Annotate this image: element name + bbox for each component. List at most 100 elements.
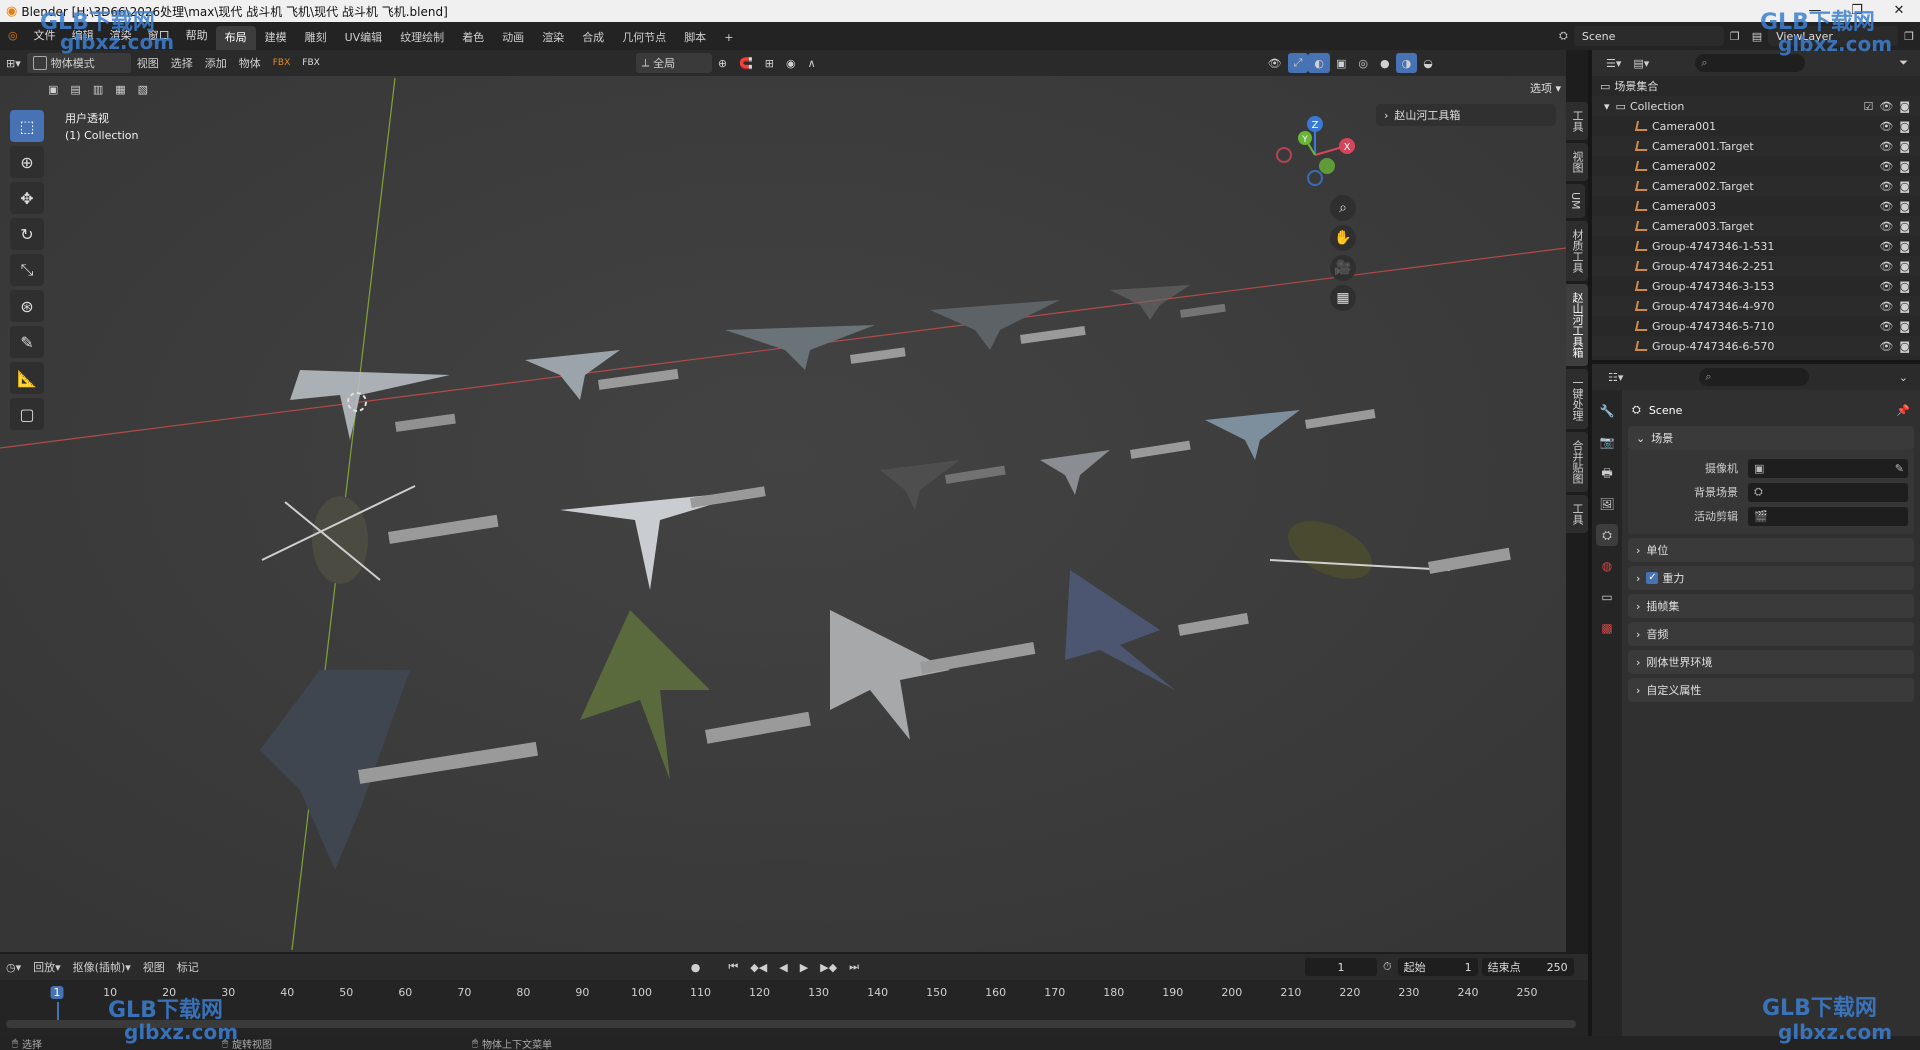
- new-viewlayer-icon[interactable]: ❐: [1898, 26, 1920, 46]
- eye-icon[interactable]: 👁: [1879, 140, 1893, 153]
- include-checkbox-icon[interactable]: ☑: [1863, 100, 1873, 113]
- eye-icon[interactable]: 👁: [1879, 300, 1893, 313]
- outliner-item[interactable]: Camera003.Target 👁 ◙: [1592, 216, 1920, 236]
- camera-render-icon[interactable]: ◙: [1899, 100, 1910, 113]
- transform-tool[interactable]: ⊛: [10, 290, 44, 322]
- panel-rigidbody-header[interactable]: › 刚体世界环境: [1628, 650, 1914, 674]
- camera-render-icon[interactable]: ◙: [1899, 160, 1910, 173]
- playback-menu[interactable]: 回放 ▾: [27, 957, 67, 977]
- annotate-tool[interactable]: ✎: [10, 326, 44, 358]
- select-new-icon[interactable]: ▣: [42, 79, 64, 99]
- outliner-item[interactable]: Group-4747346-5-710 👁 ◙: [1592, 316, 1920, 336]
- panel-units-header[interactable]: › 单位: [1628, 538, 1914, 562]
- pan-hand-icon[interactable]: ✋: [1330, 225, 1356, 251]
- panel-custom-props-header[interactable]: › 自定义属性: [1628, 678, 1914, 702]
- move-tool[interactable]: ✥: [10, 182, 44, 214]
- timeline-editor-icon[interactable]: ◷▾: [0, 957, 27, 977]
- menu-select[interactable]: 选择: [165, 53, 199, 73]
- editor-type-icon[interactable]: ⊞▾: [0, 53, 27, 73]
- measure-tool[interactable]: 📐: [10, 362, 44, 394]
- eye-icon[interactable]: 👁: [1879, 220, 1893, 233]
- tab-scripting[interactable]: 脚本: [675, 26, 715, 50]
- eye-icon[interactable]: 👁: [1879, 320, 1893, 333]
- camera-render-icon[interactable]: ◙: [1899, 240, 1910, 253]
- eye-icon[interactable]: 👁: [1879, 240, 1893, 253]
- menu-view[interactable]: 视图: [131, 53, 165, 73]
- camera-render-icon[interactable]: ◙: [1899, 300, 1910, 313]
- camera-render-icon[interactable]: ◙: [1899, 320, 1910, 333]
- solid-shading-icon[interactable]: ●: [1374, 53, 1396, 73]
- playhead[interactable]: [57, 1002, 59, 1020]
- timeline-scrollbar[interactable]: [6, 1020, 1576, 1028]
- panel-gravity-header[interactable]: › ✓ 重力: [1628, 566, 1914, 590]
- new-scene-icon[interactable]: ❐: [1724, 26, 1746, 46]
- stopwatch-icon[interactable]: ⏱: [1377, 957, 1398, 977]
- properties-editor-icon[interactable]: ☷▾: [1602, 367, 1629, 387]
- add-workspace-button[interactable]: +: [715, 26, 742, 50]
- perspective-grid-icon[interactable]: ▦: [1330, 285, 1356, 311]
- sidetab-view[interactable]: 视图: [1566, 143, 1588, 181]
- jump-end-icon[interactable]: ⏭: [843, 957, 865, 977]
- outliner-item[interactable]: Camera003 👁 ◙: [1592, 196, 1920, 216]
- camera-render-icon[interactable]: ◙: [1899, 220, 1910, 233]
- timeline-view-menu[interactable]: 视图: [137, 957, 171, 977]
- sidetab-tool[interactable]: 工具: [1566, 102, 1588, 140]
- view-layer-icon[interactable]: 🖼: [1596, 493, 1618, 515]
- xray-icon[interactable]: ▣: [1330, 53, 1352, 73]
- outliner-item[interactable]: Camera001 👁 ◙: [1592, 116, 1920, 136]
- transform-orientation[interactable]: ⟂ 全局: [635, 53, 712, 73]
- eye-icon[interactable]: 👁: [1879, 340, 1893, 353]
- fbx-import-icon[interactable]: FBX: [267, 53, 297, 73]
- jump-start-icon[interactable]: ⏮: [722, 957, 744, 977]
- gravity-checkbox[interactable]: ✓: [1646, 572, 1659, 584]
- select-invert-icon[interactable]: ▦: [109, 79, 131, 99]
- blender-menu-icon[interactable]: ◎: [0, 22, 26, 50]
- select-intersect-icon[interactable]: ▧: [132, 79, 154, 99]
- eye-icon[interactable]: 👁: [1879, 160, 1893, 173]
- outliner-root[interactable]: ▭ 场景集合: [1592, 76, 1920, 96]
- tab-texture-paint[interactable]: 纹理绘制: [391, 26, 453, 50]
- visibility-icon[interactable]: 👁: [1262, 53, 1288, 73]
- gizmo-toggle-icon[interactable]: ⤢: [1287, 53, 1309, 73]
- scale-tool[interactable]: ⤡: [10, 254, 44, 286]
- eye-icon[interactable]: 👁: [1879, 120, 1893, 133]
- eye-icon[interactable]: 👁: [1879, 280, 1893, 293]
- menu-help[interactable]: 帮助: [178, 22, 216, 50]
- outliner-item[interactable]: Camera001.Target 👁 ◙: [1592, 136, 1920, 156]
- rendered-shading-icon[interactable]: ◒: [1417, 53, 1439, 73]
- record-icon[interactable]: ●: [685, 957, 707, 977]
- scene-selector[interactable]: Scene: [1573, 26, 1724, 46]
- material-shading-icon[interactable]: ◑: [1395, 53, 1418, 73]
- background-scene-field[interactable]: ⛭: [1748, 482, 1908, 502]
- pivot-icon[interactable]: ⊕: [712, 53, 733, 73]
- outliner-item[interactable]: Group-4747346-3-153 👁 ◙: [1592, 276, 1920, 296]
- chevron-down-icon[interactable]: ⌄: [1893, 367, 1914, 387]
- tab-geometry-nodes[interactable]: 几何节点: [613, 26, 675, 50]
- sidetab-toolbox[interactable]: 赵山河工具箱: [1566, 283, 1588, 366]
- tab-sculpting[interactable]: 雕刻: [296, 26, 336, 50]
- options-dropdown[interactable]: 选项 ▾: [1530, 80, 1561, 96]
- camera-field[interactable]: ▣ ✎: [1748, 458, 1908, 478]
- render-icon[interactable]: 📷: [1596, 431, 1618, 453]
- camera-view-icon[interactable]: 🎥: [1330, 255, 1356, 281]
- prev-keyframe-icon[interactable]: ◆◀: [744, 957, 773, 977]
- outliner-search-input[interactable]: ⌕: [1695, 54, 1806, 72]
- play-icon[interactable]: ▶: [794, 957, 814, 977]
- collection-icon[interactable]: ▭: [1596, 586, 1618, 608]
- outliner-item[interactable]: Group-4747346-4-970 👁 ◙: [1592, 296, 1920, 316]
- marker-menu[interactable]: 标记: [171, 957, 205, 977]
- toolbox-panel-header[interactable]: › 赵山河工具箱: [1376, 104, 1556, 126]
- camera-render-icon[interactable]: ◙: [1899, 140, 1910, 153]
- sidetab-material-tools[interactable]: 材质工具: [1566, 220, 1588, 281]
- menu-add[interactable]: 添加: [199, 53, 233, 73]
- sidetab-one-click[interactable]: 一键处理: [1566, 368, 1588, 429]
- mode-selector[interactable]: 物体模式: [26, 53, 131, 73]
- active-clip-field[interactable]: 🎬: [1748, 506, 1908, 526]
- eye-icon[interactable]: 👁: [1879, 260, 1893, 273]
- overlay-toggle-icon[interactable]: ◐: [1308, 53, 1331, 73]
- outliner-item[interactable]: Camera002 👁 ◙: [1592, 156, 1920, 176]
- end-frame-field[interactable]: 结束点 250: [1481, 958, 1574, 976]
- close-button[interactable]: ✕: [1878, 0, 1920, 22]
- wireframe-shading-icon[interactable]: ◎: [1352, 53, 1374, 73]
- play-reverse-icon[interactable]: ◀: [773, 957, 793, 977]
